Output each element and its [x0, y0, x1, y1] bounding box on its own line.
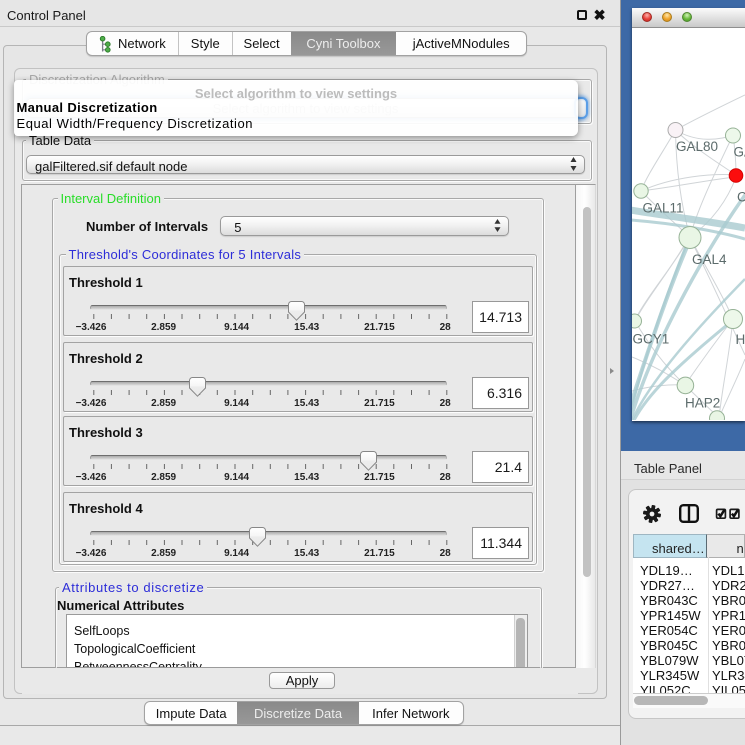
svg-text:GAL11: GAL11 [643, 201, 684, 216]
svg-text:GCY1: GCY1 [633, 332, 670, 347]
svg-text:GAL4: GAL4 [692, 252, 727, 267]
svg-text:H: H [736, 332, 745, 347]
svg-text:GA: GA [734, 145, 745, 160]
svg-text:GAL80: GAL80 [676, 139, 718, 154]
svg-text:C: C [737, 190, 745, 205]
svg-text:HAP2: HAP2 [685, 396, 720, 411]
